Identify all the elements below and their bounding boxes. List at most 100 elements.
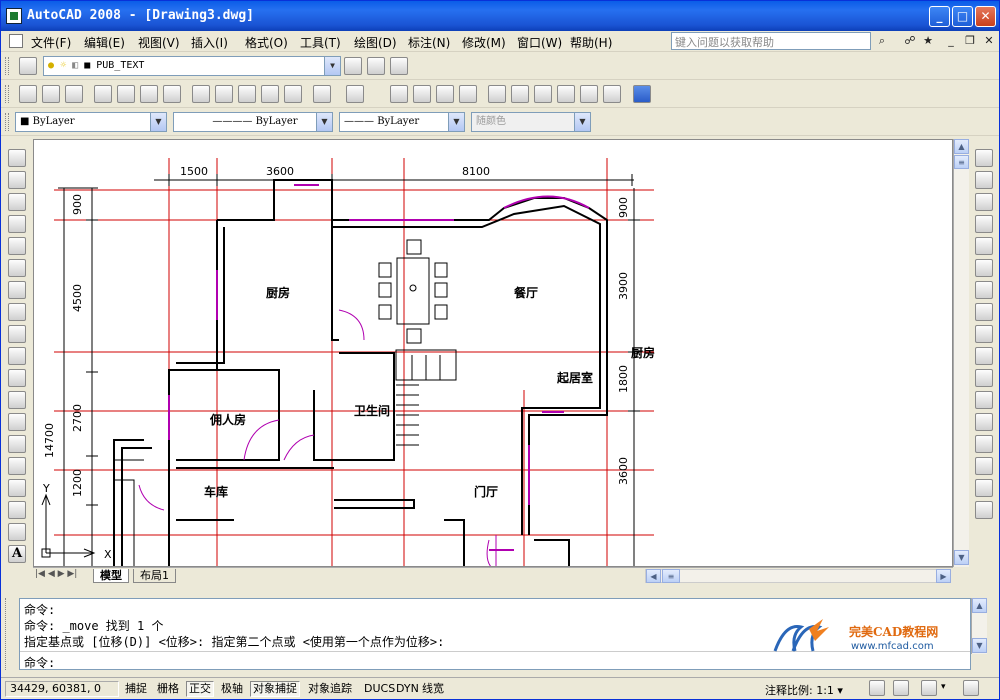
menu-tools[interactable]: 工具(T) <box>300 34 341 51</box>
menu-modify[interactable]: 修改(M) <box>462 34 506 51</box>
color-dropdown[interactable]: ■ ByLayer ▼ <box>15 112 167 132</box>
auto-scale-icon[interactable] <box>893 680 909 696</box>
polyline-icon[interactable] <box>8 193 26 211</box>
scroll-down-button[interactable]: ▼ <box>972 638 987 653</box>
maximize-button[interactable]: □ <box>952 6 973 27</box>
clean-screen-icon[interactable] <box>963 680 979 696</box>
doc-close-button[interactable]: ✕ <box>981 33 997 49</box>
chevron-down-icon[interactable]: ▼ <box>448 113 464 131</box>
construction-line-icon[interactable] <box>8 171 26 189</box>
zoom-realtime-icon[interactable] <box>413 85 431 103</box>
publish-icon[interactable] <box>140 85 158 103</box>
revision-cloud-icon[interactable] <box>8 303 26 321</box>
explode-icon[interactable] <box>975 501 993 519</box>
block-editor-icon[interactable] <box>284 85 302 103</box>
polygon-icon[interactable] <box>8 215 26 233</box>
menu-format[interactable]: 格式(O) <box>245 34 288 51</box>
chevron-down-icon[interactable]: ▼ <box>150 113 166 131</box>
arc-icon[interactable] <box>8 259 26 277</box>
coordinate-readout[interactable]: 34429, 60381, 0 <box>5 681 119 697</box>
hatch-icon[interactable] <box>8 457 26 475</box>
chamfer-icon[interactable] <box>975 457 993 475</box>
menu-edit[interactable]: 编辑(E) <box>84 34 125 51</box>
menu-window[interactable]: 窗口(W) <box>517 34 562 51</box>
scroll-thumb[interactable]: ≡ <box>954 155 969 169</box>
tool-palettes-icon[interactable] <box>534 85 552 103</box>
scroll-up-button[interactable]: ▲ <box>954 139 969 154</box>
plot-icon[interactable] <box>94 85 112 103</box>
ellipse-icon[interactable] <box>8 347 26 365</box>
chevron-down-icon[interactable]: ▼ <box>324 57 340 75</box>
cut-icon[interactable] <box>192 85 210 103</box>
lineweight-toggle[interactable]: 线宽 <box>419 681 447 697</box>
trim-icon[interactable] <box>975 347 993 365</box>
osnap-toggle[interactable]: 对象捕捉 <box>250 681 300 697</box>
toolbar-grip[interactable] <box>5 57 9 75</box>
erase-icon[interactable] <box>975 149 993 167</box>
autocad-app-icon[interactable] <box>6 8 22 24</box>
break-icon[interactable] <box>975 413 993 431</box>
menu-file[interactable]: 文件(F) <box>31 34 71 51</box>
doc-minimize-button[interactable]: _ <box>943 33 959 49</box>
move-icon[interactable] <box>975 259 993 277</box>
search-icon[interactable]: ⌕ <box>874 33 890 49</box>
annotation-scale[interactable]: 注释比例: 1:1 ▾ <box>765 682 843 698</box>
insert-block-icon[interactable] <box>8 391 26 409</box>
break-at-point-icon[interactable] <box>975 391 993 409</box>
offset-icon[interactable] <box>975 215 993 233</box>
annotation-visibility-icon[interactable] <box>869 680 885 696</box>
menu-dimension[interactable]: 标注(N) <box>408 34 450 51</box>
gradient-icon[interactable] <box>8 479 26 497</box>
scroll-up-button[interactable]: ▲ <box>972 598 987 613</box>
command-window-grip[interactable] <box>5 598 17 670</box>
toolbar-lock-icon[interactable] <box>921 680 937 696</box>
circle-icon[interactable] <box>8 281 26 299</box>
drawing-canvas[interactable]: 1500 3600 8100 900 4500 2700 1200 14700 … <box>33 139 953 567</box>
otrack-toggle[interactable]: 对象追踪 <box>305 681 355 697</box>
command-prompt-input[interactable]: 命令: <box>24 654 55 671</box>
grid-toggle[interactable]: 栅格 <box>154 681 182 697</box>
markup-icon[interactable] <box>580 85 598 103</box>
stretch-icon[interactable] <box>975 325 993 343</box>
scroll-down-button[interactable]: ▼ <box>954 550 969 565</box>
sheet-set-icon[interactable] <box>557 85 575 103</box>
open-icon[interactable] <box>42 85 60 103</box>
toolbar-grip[interactable] <box>5 113 9 131</box>
array-icon[interactable] <box>975 237 993 255</box>
tab-model[interactable]: 模型 <box>93 569 129 583</box>
layer-states-icon[interactable] <box>390 57 408 75</box>
line-icon[interactable] <box>8 149 26 167</box>
region-icon[interactable] <box>8 501 26 519</box>
undo-icon[interactable] <box>313 85 331 103</box>
menu-help[interactable]: 帮助(H) <box>570 34 612 51</box>
zoom-window-icon[interactable] <box>436 85 454 103</box>
favorites-icon[interactable]: ★ <box>920 33 936 49</box>
minimize-button[interactable]: _ <box>929 6 950 27</box>
chevron-down-icon[interactable]: ▼ <box>316 113 332 131</box>
scale-icon[interactable] <box>975 303 993 321</box>
copy-object-icon[interactable] <box>975 171 993 189</box>
document-icon[interactable] <box>9 34 23 48</box>
mirror-icon[interactable] <box>975 193 993 211</box>
menu-insert[interactable]: 插入(I) <box>191 34 228 51</box>
dyn-toggle[interactable]: DYN <box>393 681 422 697</box>
help-icon[interactable] <box>633 85 651 103</box>
save-icon[interactable] <box>65 85 83 103</box>
redo-icon[interactable] <box>346 85 364 103</box>
join-icon[interactable] <box>975 435 993 453</box>
match-properties-icon[interactable] <box>261 85 279 103</box>
snap-toggle[interactable]: 捕捉 <box>122 681 150 697</box>
plot-preview-icon[interactable] <box>117 85 135 103</box>
rectangle-icon[interactable] <box>8 237 26 255</box>
zoom-previous-icon[interactable] <box>459 85 477 103</box>
fillet-icon[interactable] <box>975 479 993 497</box>
properties-icon[interactable] <box>488 85 506 103</box>
communication-center-icon[interactable]: ☍ <box>902 33 918 49</box>
multiline-text-icon[interactable]: A <box>8 545 26 563</box>
3d-dwf-icon[interactable] <box>163 85 181 103</box>
quickcalc-icon[interactable] <box>603 85 621 103</box>
menu-view[interactable]: 视图(V) <box>138 34 180 51</box>
paste-icon[interactable] <box>238 85 256 103</box>
point-icon[interactable] <box>8 435 26 453</box>
close-button[interactable]: ✕ <box>975 6 996 27</box>
